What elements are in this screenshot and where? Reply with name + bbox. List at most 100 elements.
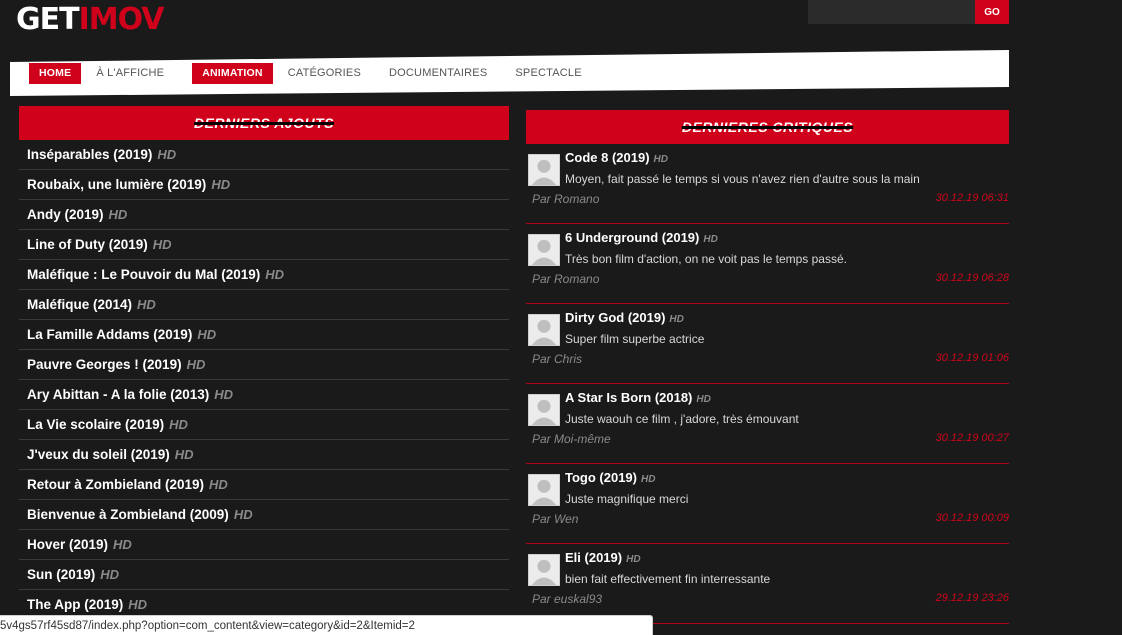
review-date: 30.12.19 06:28: [935, 272, 1009, 284]
review-item: 6 Underground (2019) HD Très bon film d'a…: [526, 224, 1009, 304]
hd-badge: HD: [128, 597, 148, 612]
review-date: 30.12.19 06:31: [935, 192, 1009, 204]
list-item[interactable]: Line of Duty (2019) HD: [19, 230, 509, 260]
logo-text-part1: GET: [16, 1, 80, 37]
hd-badge: HD: [209, 477, 228, 492]
recent-additions-list: Inséparables (2019) HD Roubaix, une lumiè…: [19, 140, 509, 620]
list-item[interactable]: Pauvre Georges ! (2019) HD: [19, 350, 509, 380]
movie-title: Inséparables (2019): [27, 147, 153, 162]
nav-item-animation[interactable]: ANIMATION: [192, 62, 273, 84]
recent-additions-panel: DERNIERS AJOUTS Inséparables (2019) HD Ro…: [19, 106, 509, 620]
site-logo[interactable]: GET IMOV: [16, 1, 165, 37]
user-placeholder-icon: [529, 315, 559, 345]
list-item[interactable]: Maléfique : Le Pouvoir du Mal (2019) HD: [19, 260, 509, 290]
hd-badge: HD: [157, 147, 177, 162]
list-item[interactable]: Hover (2019) HD: [19, 530, 509, 560]
list-item[interactable]: Roubaix, une lumière (2019) HD: [19, 170, 509, 200]
latest-reviews-header: DERNIERES CRITIQUES: [526, 110, 1009, 144]
review-movie-link[interactable]: Eli (2019) HD: [565, 550, 641, 565]
movie-title: Bienvenue à Zombieland (2009): [27, 507, 229, 522]
hd-badge: HD: [626, 554, 641, 565]
nav-item-home[interactable]: HOME: [29, 62, 82, 84]
hd-badge: HD: [137, 297, 156, 312]
list-item[interactable]: Ary Abittan - A la folie (2013) HD: [19, 380, 509, 410]
user-placeholder-icon: [529, 555, 559, 585]
list-item[interactable]: Bienvenue à Zombieland (2009) HD: [19, 500, 509, 530]
hd-badge: HD: [669, 314, 684, 325]
movie-title: The App (2019): [27, 597, 124, 612]
hd-badge: HD: [100, 567, 120, 582]
list-item[interactable]: La Vie scolaire (2019) HD: [19, 410, 509, 440]
movie-title: La Famille Addams (2019): [27, 327, 193, 342]
review-author: Par Romano: [532, 272, 600, 286]
review-movie-link[interactable]: Dirty God (2019) HD: [565, 310, 684, 325]
avatar: [528, 394, 560, 426]
hd-badge: HD: [113, 537, 132, 552]
hd-badge: HD: [186, 357, 206, 372]
user-placeholder-icon: [529, 475, 559, 505]
review-movie-link[interactable]: Code 8 (2019) HD: [565, 150, 668, 165]
list-item[interactable]: Sun (2019) HD: [19, 560, 509, 590]
review-text: Juste waouh ce film , j'adore, très émou…: [565, 412, 799, 426]
list-item[interactable]: Inséparables (2019) HD: [19, 140, 509, 170]
review-movie-title: Dirty God (2019): [565, 310, 666, 325]
list-item[interactable]: La Famille Addams (2019) HD: [19, 320, 509, 350]
review-movie-title: Eli (2019): [565, 550, 623, 565]
hd-badge: HD: [653, 154, 668, 165]
hd-badge: HD: [703, 234, 718, 245]
latest-reviews-title: DERNIERES CRITIQUES: [681, 119, 854, 135]
list-item[interactable]: Retour à Zombieland (2019) HD: [19, 470, 509, 500]
review-movie-title: Togo (2019): [565, 470, 637, 485]
review-text: Juste magnifique merci: [565, 492, 689, 506]
user-placeholder-icon: [529, 395, 559, 425]
review-movie-title: 6 Underground (2019): [565, 230, 700, 245]
user-placeholder-icon: [529, 235, 559, 265]
review-movie-link[interactable]: A Star Is Born (2018) HD: [565, 390, 711, 405]
hd-badge: HD: [197, 327, 217, 342]
review-author: Par Moi-même: [532, 432, 611, 446]
nav-item-categories[interactable]: CATÉGORIES: [288, 63, 361, 84]
review-date: 30.12.19 00:27: [935, 432, 1009, 444]
list-item[interactable]: Andy (2019) HD: [19, 200, 509, 230]
movie-title: Roubaix, une lumière (2019): [27, 177, 207, 192]
review-movie-link[interactable]: 6 Underground (2019) HD: [565, 230, 718, 245]
list-item[interactable]: J'veux du soleil (2019) HD: [19, 440, 509, 470]
avatar: [528, 154, 560, 186]
movie-title: Ary Abittan - A la folie (2013): [27, 387, 210, 402]
hd-badge: HD: [152, 237, 172, 252]
hd-badge: HD: [108, 207, 128, 222]
search-go-button[interactable]: GO: [975, 0, 1009, 24]
search-bar: GO: [808, 0, 1009, 24]
nav-item-spectacle[interactable]: SPECTACLE: [515, 63, 581, 84]
nav-item-documentaires[interactable]: DOCUMENTAIRES: [389, 63, 487, 84]
movie-title: Maléfique : Le Pouvoir du Mal (2019): [27, 267, 261, 282]
review-movie-title: Code 8 (2019): [565, 150, 650, 165]
movie-title: Pauvre Georges ! (2019): [27, 357, 182, 372]
movie-title: Hover (2019): [27, 537, 109, 552]
browser-status-bar: 5v4gs57rf45sd87/index.php?option=com_con…: [0, 615, 653, 635]
hd-badge: HD: [174, 447, 194, 462]
review-author: Par Wen: [532, 512, 579, 526]
movie-title: Sun (2019): [27, 567, 96, 582]
review-movie-link[interactable]: Togo (2019) HD: [565, 470, 655, 485]
movie-title: Line of Duty (2019): [27, 237, 148, 252]
review-date: 29.12.19 23:26: [935, 592, 1009, 604]
nav-item-a-l-affiche[interactable]: À L'AFFICHE: [96, 63, 164, 84]
review-text: Super film superbe actrice: [565, 332, 705, 346]
avatar: [528, 554, 560, 586]
hd-badge: HD: [696, 394, 711, 405]
main-nav: HOME À L'AFFICHE ANIMATION CATÉGORIES DO…: [10, 50, 1009, 96]
review-text: Moyen, fait passé le temps si vous n'ave…: [565, 172, 920, 186]
logo-text-part2: IMOV: [78, 1, 165, 37]
status-url: 5v4gs57rf45sd87/index.php?option=com_con…: [0, 619, 415, 632]
avatar: [528, 314, 560, 346]
review-text: Très bon film d'action, on ne voit pas l…: [565, 252, 847, 266]
hd-badge: HD: [265, 267, 285, 282]
movie-title: Andy (2019): [27, 207, 104, 222]
review-item: Eli (2019) HD bien fait effectivement fin…: [526, 544, 1009, 624]
user-placeholder-icon: [529, 155, 559, 185]
list-item[interactable]: Maléfique (2014) HD: [19, 290, 509, 320]
recent-additions-title: DERNIERS AJOUTS: [193, 115, 334, 131]
search-input[interactable]: [808, 0, 975, 24]
hd-badge: HD: [169, 417, 188, 432]
